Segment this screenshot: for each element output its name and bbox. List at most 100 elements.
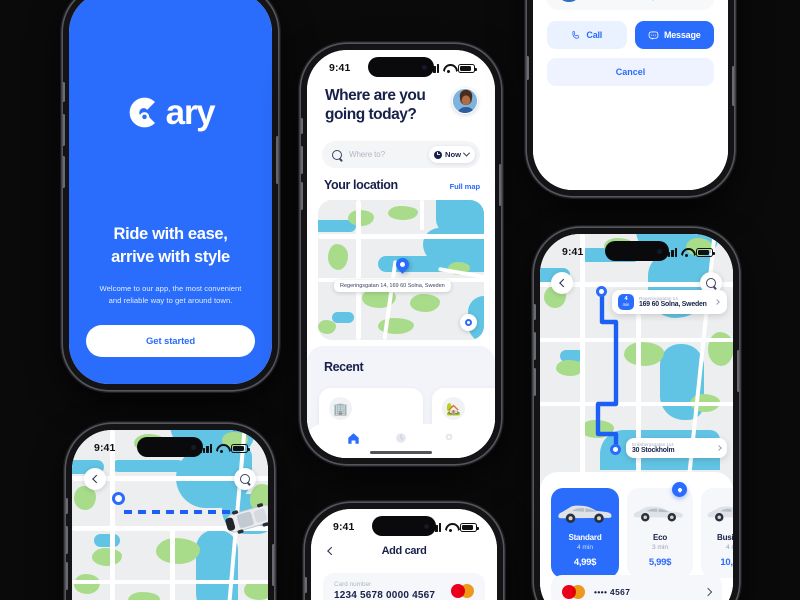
chevron-down-icon [462, 149, 471, 157]
status-time: 9:41 [333, 521, 355, 533]
splash-subtext: Welcome to our app, the most convenient … [99, 284, 242, 306]
driver-arriving-screen: Your driver is coming in 3:37 min [533, 0, 728, 190]
cary-logo-icon [127, 95, 162, 130]
car-name: Standard [568, 533, 602, 542]
car-price: 4,99$ [573, 557, 597, 568]
search-icon [332, 149, 342, 160]
splash-screen: ary Ride with ease, arrive with style We… [69, 0, 272, 384]
luxury-car-icon [707, 498, 733, 528]
route-origin-node [112, 492, 125, 505]
mastercard-icon [562, 584, 585, 599]
message-button[interactable]: Message [634, 21, 714, 49]
nav-header: Add card [311, 545, 497, 557]
get-started-button[interactable]: Get started [86, 325, 255, 357]
status-time: 9:41 [329, 62, 351, 74]
time-selector[interactable]: Now [428, 146, 475, 163]
wifi-icon [445, 523, 456, 532]
wifi-icon [443, 64, 454, 73]
driver-bottom-sheet: Your driver is coming in 3:37 min [533, 0, 728, 190]
battery-icon [460, 522, 479, 532]
dynamic-island [604, 241, 669, 261]
card-number-input[interactable]: 1234 5678 0000 4567 [334, 590, 435, 600]
chevron-right-icon [716, 445, 722, 451]
payment-method-row[interactable]: •••• 4567 [551, 575, 722, 600]
section-title: Your location [324, 178, 398, 192]
tab-activity[interactable] [391, 429, 411, 447]
time-selector-label: Now [444, 150, 461, 159]
phone-tracking: 9:41 [66, 424, 274, 600]
clock-icon [433, 150, 442, 159]
search-input[interactable]: Where to? [349, 150, 429, 159]
tab-settings[interactable] [439, 429, 459, 447]
car-option-eco[interactable]: Eco 3 min 5,99$ [627, 482, 693, 578]
phone-driver-arriving: Your driver is coming in 3:37 min [527, 0, 734, 196]
back-button[interactable] [551, 272, 573, 294]
map-address-label: Regeringsgatan 14, 169 60 Solna, Sweden [334, 280, 451, 292]
route-origin-node [596, 286, 607, 297]
page-title: Add card [381, 545, 427, 557]
back-button[interactable] [84, 468, 106, 490]
driver-avatar [557, 0, 581, 2]
phone-splash: ary Ride with ease, arrive with style We… [63, 0, 278, 390]
suv-car-icon [557, 498, 613, 528]
battery-icon [696, 247, 715, 257]
search-icon [706, 278, 716, 288]
mastercard-icon [451, 584, 474, 598]
chevron-left-icon [92, 474, 101, 484]
call-button-label: Call [586, 30, 603, 40]
pickup-pill[interactable]: 4 min Regeringsgatan 14 169 60 Solna, Swe… [612, 290, 727, 314]
top-down-car-icon [225, 503, 268, 534]
car-option-business[interactable]: Business 4 min 10,99$ [701, 488, 733, 578]
tab-home[interactable] [343, 429, 363, 447]
car-eta: 3 min [651, 544, 669, 551]
pickup-city: 169 60 Solna, Sweden [639, 301, 707, 308]
tracking-screen: 9:41 [72, 430, 268, 600]
brand-logo: ary [69, 95, 272, 130]
dynamic-island [368, 57, 434, 77]
chevron-left-icon [559, 278, 568, 288]
splash-headline: Ride with ease, arrive with style [111, 225, 230, 266]
dropoff-city: 30 Stockholm [632, 447, 675, 454]
dropoff-pill[interactable]: Eriksbergsgatan 114 30 Stockholm [626, 438, 727, 458]
status-time: 9:41 [94, 442, 116, 454]
search-icon [240, 474, 250, 484]
location-map[interactable]: Regeringsgatan 14, 169 60 Solna, Sweden [318, 200, 484, 340]
wifi-icon [216, 444, 227, 453]
home-screen: 9:41 Where are you going today? Where to… [307, 50, 495, 458]
search-button[interactable] [234, 468, 256, 490]
dynamic-island [372, 516, 436, 536]
vehicle-info: Toyota Rav4 · TY5678U [646, 0, 704, 2]
battery-icon [231, 443, 250, 453]
location-section-header: Your location Full map [324, 178, 480, 192]
phone-add-card: 9:41 Add card Card number 1234 5678 0000… [305, 503, 503, 600]
avatar[interactable] [452, 88, 478, 114]
field-label: Card number [334, 581, 372, 588]
home-indicator [370, 451, 432, 454]
showcase-canvas: ary Ride with ease, arrive with style We… [0, 0, 800, 600]
car-option-standard[interactable]: Standard 4 min 4,99$ [551, 488, 619, 578]
chevron-right-icon [703, 587, 713, 596]
car-name: Business [717, 533, 733, 542]
car-eta: 4 min [576, 544, 594, 551]
route-destination-node [610, 444, 621, 455]
locate-me-icon[interactable] [460, 314, 477, 331]
route-screen: 4 min Regeringsgatan 14 169 60 Solna, Swe… [540, 234, 733, 600]
status-time: 9:41 [562, 246, 584, 258]
page-title: Where are you going today? [325, 87, 426, 124]
full-map-link[interactable]: Full map [450, 182, 481, 191]
wifi-icon [681, 248, 692, 257]
call-button[interactable]: Call [547, 21, 627, 49]
battery-icon [458, 63, 477, 73]
phone-home: 9:41 Where are you going today? Where to… [301, 44, 501, 464]
car-eta: 4 min [725, 544, 733, 551]
car-name: Eco [652, 533, 668, 542]
brand-wordmark: ary [165, 93, 216, 132]
cancel-button[interactable]: Cancel [547, 58, 714, 86]
eta-badge: 4 min [618, 294, 634, 310]
card-number-field[interactable]: Card number 1234 5678 0000 4567 [323, 573, 485, 600]
car-price: 5,99$ [648, 557, 672, 568]
sedan-car-icon [633, 498, 687, 528]
message-button-label: Message [663, 30, 701, 40]
search-bar[interactable]: Where to? Now [322, 141, 480, 168]
section-title-recent: Recent [324, 360, 364, 374]
